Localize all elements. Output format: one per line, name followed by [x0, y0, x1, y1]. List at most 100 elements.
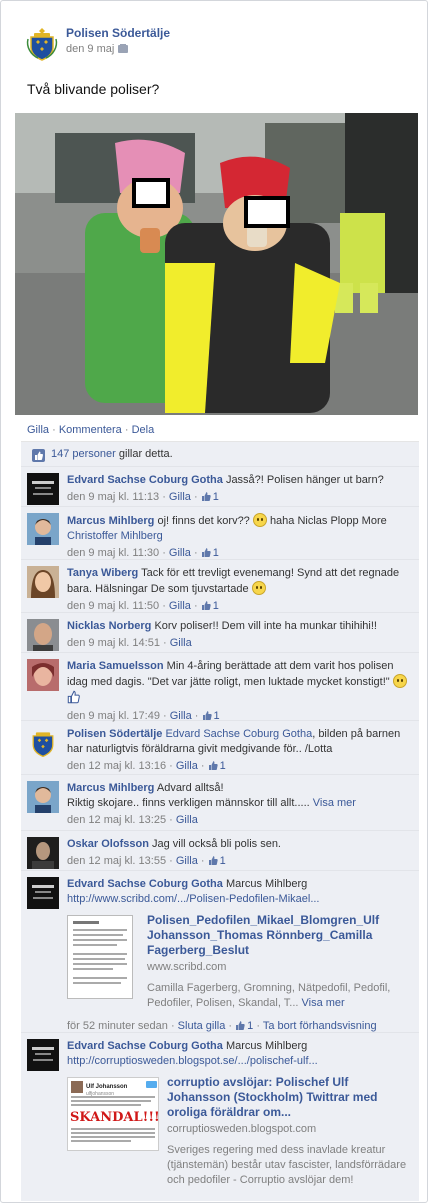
comment-like-link[interactable]: Gilla [176, 760, 198, 772]
comment-time[interactable]: den 9 maj kl. 14:51 [67, 637, 160, 649]
see-more-link[interactable]: Visa mer [313, 797, 356, 809]
mention-link[interactable]: Christoffer Mihlberg [67, 530, 163, 542]
comment-like-count[interactable]: 1 [201, 491, 219, 503]
avatar[interactable] [27, 513, 59, 545]
comment: Oskar Olofsson Jag vill också bli polis … [21, 831, 419, 871]
see-more-link[interactable]: Visa mer [302, 997, 345, 1009]
mention-link[interactable]: Edvard Sachse Coburg Gotha [165, 728, 312, 740]
likes-count-link[interactable]: 147 personer [51, 448, 116, 460]
comment-time[interactable]: den 9 maj kl. 11:13 [67, 491, 159, 503]
post-card: Polisen Södertälje den 9 maj Två blivand… [0, 0, 428, 1203]
comment-like-count[interactable]: 1 [208, 760, 226, 772]
post-date[interactable]: den 9 maj [66, 43, 129, 55]
comment-author[interactable]: Edvard Sachse Coburg Gotha [67, 878, 223, 890]
comment-author[interactable]: Oskar Olofsson [67, 838, 149, 850]
comment-like-count[interactable]: 1 [208, 855, 226, 867]
comment-body: Nicklas Norberg Korv poliser!! Dem vill … [67, 619, 407, 651]
police-crest-icon[interactable] [27, 727, 59, 759]
like-thumb-icon [201, 492, 211, 501]
comment-time[interactable]: den 9 maj kl. 11:30 [67, 547, 159, 559]
comment-body: Tanya Wiberg Tack för ett trevligt evene… [67, 566, 407, 614]
comment-like-count[interactable]: 1 [201, 600, 219, 612]
link-preview-description-text: Camilla Fagerberg, Gromning, Nätpedofil,… [147, 982, 391, 1009]
avatar[interactable] [27, 781, 59, 813]
tweet-thumbnail[interactable]: Ulf Johansson ulfjohansson SKANDAL!!! [67, 1077, 159, 1151]
police-crest-icon[interactable] [25, 25, 59, 61]
comment-time[interactable]: den 12 maj kl. 13:16 [67, 760, 166, 772]
document-thumbnail[interactable] [67, 915, 133, 999]
comment-meta: den 9 maj kl. 11:30 · Gilla · 1 [67, 547, 219, 559]
comment-text-2: Riktig skojare.. finns verkligen männsko… [67, 797, 310, 809]
comment-body: Marcus Mihlberg oj! finns det korv?? hah… [67, 513, 407, 561]
share-link[interactable]: Dela [132, 424, 155, 436]
post-actions: Gilla · Kommentera · Dela [27, 424, 154, 436]
avatar[interactable] [27, 619, 59, 651]
post-photo[interactable] [15, 113, 418, 415]
link-preview-domain: corruptiosweden.blogspot.com [167, 1123, 317, 1135]
comment-like-link[interactable]: Gilla [170, 637, 192, 649]
avatar[interactable] [27, 566, 59, 598]
comment-body: Edvard Sachse Coburg Gotha Marcus Mihlbe… [67, 1039, 407, 1195]
comment-time[interactable]: för 52 minuter sedan [67, 1020, 168, 1032]
comment-like-count[interactable]: 1 [235, 1020, 253, 1032]
like-thumb-icon [201, 548, 211, 557]
link-preview-title[interactable]: corruptio avslöjar: Polischef Ulf Johans… [167, 1075, 411, 1120]
wink-icon [251, 581, 266, 595]
comment-text: Marcus Mihlberg [225, 878, 308, 890]
like-thumb-icon [208, 761, 218, 770]
comment: Nicklas Norberg Korv poliser!! Dem vill … [21, 613, 419, 653]
page-name-link[interactable]: Polisen Södertälje [66, 26, 170, 40]
comment-unlike-link[interactable]: Sluta gilla [178, 1020, 226, 1032]
like-link[interactable]: Gilla [27, 424, 49, 436]
comment-meta: den 9 maj kl. 11:13 · Gilla · 1 [67, 491, 219, 503]
comment-author[interactable]: Edvard Sachse Coburg Gotha [67, 1040, 223, 1052]
comment-meta: för 52 minuter sedan · Sluta gilla · 1 ·… [67, 1020, 377, 1032]
comment-like-link[interactable]: Gilla [169, 491, 191, 503]
comment-author[interactable]: Marcus Mihlberg [67, 515, 154, 527]
grin-icon [392, 674, 407, 688]
post-message: Två blivande poliser? [27, 81, 160, 97]
comment-author[interactable]: Edvard Sachse Coburg Gotha [67, 474, 223, 486]
comment-author[interactable]: Nicklas Norberg [67, 620, 151, 632]
link-preview[interactable]: Polisen_Pedofilen_Mikael_Blomgren_Ulf Jo… [67, 913, 407, 1017]
comment-author[interactable]: Polisen Södertälje [67, 728, 162, 740]
comment: Edvard Sachse Coburg Gotha Marcus Mihlbe… [21, 1033, 419, 1201]
comment-link[interactable]: Kommentera [59, 424, 122, 436]
comment-author[interactable]: Marcus Mihlberg [67, 782, 154, 794]
comments-section: 147 personer gillar detta. Edvard Sachse… [21, 441, 419, 1201]
comment-like-link[interactable]: Gilla [169, 547, 191, 559]
comment-url-link[interactable]: http://www.scribd.com/.../Polisen-Pedofi… [67, 893, 319, 905]
like-thumb-icon [202, 711, 212, 720]
link-preview[interactable]: Ulf Johansson ulfjohansson SKANDAL!!! co… [67, 1075, 407, 1195]
avatar[interactable] [27, 659, 59, 691]
separator: · [52, 424, 56, 436]
comment-author[interactable]: Maria Samuelsson [67, 660, 164, 672]
audience-icon[interactable] [118, 44, 129, 53]
comment-time[interactable]: den 12 maj kl. 13:55 [67, 855, 166, 867]
comment-like-link[interactable]: Gilla [176, 814, 198, 826]
comment-like-link[interactable]: Gilla [176, 855, 198, 867]
comment-meta: den 12 maj kl. 13:55 · Gilla · 1 [67, 855, 226, 867]
avatar[interactable] [27, 837, 59, 869]
comment-time[interactable]: den 9 maj kl. 11:50 [67, 600, 159, 612]
comment-time[interactable]: den 12 maj kl. 13:25 [67, 814, 166, 826]
like-count-text: 1 [219, 760, 226, 772]
avatar[interactable] [27, 877, 59, 909]
comment: Edvard Sachse Coburg Gotha Jasså?! Polis… [21, 467, 419, 507]
comment-like-count[interactable]: 1 [201, 547, 219, 559]
likes-suffix: gillar detta. [118, 448, 173, 460]
like-thumb-icon [208, 856, 218, 865]
comment-body: Edvard Sachse Coburg Gotha Marcus Mihlbe… [67, 877, 407, 1034]
link-preview-title[interactable]: Polisen_Pedofilen_Mikael_Blomgren_Ulf Jo… [147, 913, 405, 958]
avatar[interactable] [27, 473, 59, 505]
comment-author[interactable]: Tanya Wiberg [67, 567, 138, 579]
remove-preview-link[interactable]: Ta bort förhandsvisning [263, 1020, 377, 1032]
comment-url-link[interactable]: http://corruptiosweden.blogspot.se/.../p… [67, 1055, 318, 1067]
like-thumb-icon [32, 449, 45, 462]
avatar[interactable] [27, 1039, 59, 1071]
follow-icon [146, 1081, 157, 1088]
smiley-icon [252, 513, 267, 527]
link-preview-domain: www.scribd.com [147, 961, 227, 973]
post-date-text[interactable]: den 9 maj [66, 43, 114, 55]
comment-like-link[interactable]: Gilla [169, 600, 191, 612]
